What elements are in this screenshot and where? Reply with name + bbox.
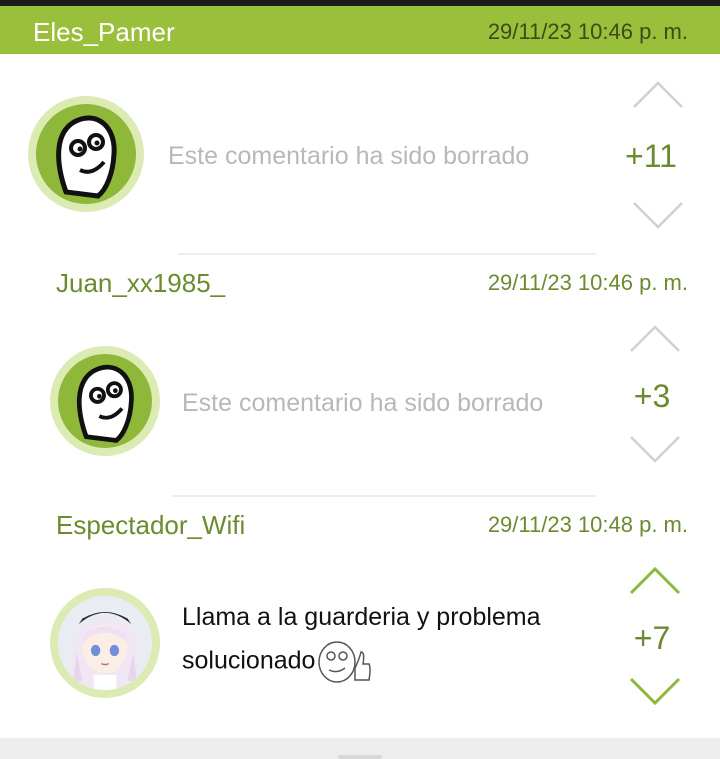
drag-handle[interactable] — [338, 755, 382, 759]
vote-score: +11 — [625, 138, 677, 174]
comment-text-line: Llama a la guarderia y problema — [182, 603, 541, 631]
divider — [172, 495, 596, 497]
downvote-chevron-icon[interactable] — [631, 200, 685, 230]
avatar[interactable] — [28, 96, 144, 212]
comment-username[interactable]: Juan_xx1985_ — [56, 268, 225, 299]
downvote-chevron-icon[interactable] — [628, 434, 682, 464]
comment-timestamp: 29/11/23 10:46 p. m. — [487, 19, 688, 44]
comment-username[interactable]: Eles_Pamer — [33, 17, 175, 48]
vote-score: +7 — [633, 620, 671, 656]
comment-header-highlighted: Eles_Pamer 29/11/23 10:46 p. m. — [0, 6, 720, 54]
avatar[interactable] — [50, 588, 160, 698]
avatar[interactable] — [50, 346, 160, 456]
comment-timestamp: 29/11/23 10:46 p. m. — [487, 270, 688, 295]
comment-text: Llama a la guarderia y problema solucion… — [182, 596, 541, 686]
deleted-comment-text: Este comentario ha sido borrado — [182, 389, 544, 417]
divider — [178, 253, 596, 255]
anime-girl-avatar — [58, 596, 152, 690]
thumbs-up-meme-face-icon — [318, 641, 372, 683]
comment-timestamp: 29/11/23 10:48 p. m. — [487, 512, 688, 537]
comment-username[interactable]: Espectador_Wifi — [56, 510, 245, 541]
troll-face-icon — [56, 115, 117, 199]
downvote-chevron-icon[interactable] — [628, 676, 682, 706]
upvote-chevron-icon[interactable] — [631, 80, 685, 110]
troll-face-icon — [76, 364, 134, 443]
upvote-chevron-icon[interactable] — [628, 566, 682, 596]
deleted-comment-text: Este comentario ha sido borrado — [168, 142, 530, 170]
bottom-panel — [0, 738, 720, 759]
vote-score: +3 — [633, 378, 671, 414]
comment-text-line: solucionado — [182, 646, 316, 675]
upvote-chevron-icon[interactable] — [628, 324, 682, 354]
